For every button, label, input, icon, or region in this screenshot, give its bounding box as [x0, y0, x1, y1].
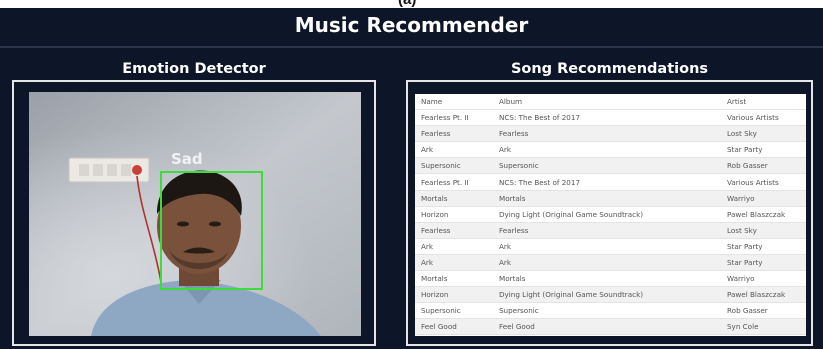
- song-album-cell: Fearless: [493, 125, 721, 143]
- songs-panel-title: Song Recommendations: [510, 61, 709, 77]
- song-album-cell: NCS: The Best of 2017: [493, 109, 721, 127]
- table-row[interactable]: Fearless Fearless Lost Sky: [415, 222, 806, 239]
- table-row[interactable]: Fearless Fearless Lost Sky: [415, 125, 806, 143]
- table-row[interactable]: Mortals Mortals Warriyo: [415, 190, 806, 207]
- song-artist-cell: Various Artists: [721, 173, 806, 191]
- camera-image: [29, 92, 361, 336]
- song-album-cell: NCS: The Best of 2017: [493, 173, 721, 191]
- song-album-cell: Mortals: [493, 270, 721, 288]
- song-album-cell: Ark: [493, 238, 721, 255]
- song-artist-cell: Rob Gasser: [721, 302, 806, 320]
- song-artist-cell: Lost Sky: [721, 125, 806, 143]
- song-artist-cell: Rob Gasser: [721, 157, 806, 175]
- song-album-cell: Mortals: [493, 190, 721, 207]
- emotion-label: Sad: [171, 150, 203, 168]
- app-title: Music Recommender: [294, 13, 529, 37]
- table-header-row: Name Album Artist: [415, 94, 806, 111]
- song-name-cell: Mortals: [415, 190, 493, 207]
- song-artist-cell: Star Party: [721, 254, 806, 272]
- song-name-cell: Fearless Pt. II: [415, 173, 493, 191]
- column-header-artist[interactable]: Artist: [721, 94, 806, 111]
- app-window: Music Recommender Emotion Detector Sad S…: [0, 8, 823, 349]
- song-artist-cell: Various Artists: [721, 109, 806, 127]
- column-header-name[interactable]: Name: [415, 94, 493, 111]
- table-row[interactable]: Supersonic Supersonic Rob Gasser: [415, 302, 806, 320]
- song-name-cell: Mortals: [415, 270, 493, 288]
- song-name-cell: Fearless: [415, 125, 493, 143]
- songs-table-container[interactable]: Name Album Artist Fearless Pt. II NCS: Th…: [415, 94, 806, 336]
- song-name-cell: Supersonic: [415, 157, 493, 175]
- song-name-cell: Ark: [415, 254, 493, 272]
- song-name-cell: Supersonic: [415, 302, 493, 320]
- song-name-cell: Ark: [415, 238, 493, 255]
- table-row[interactable]: Horizon Dying Light (Original Game Soundt…: [415, 206, 806, 223]
- song-name-cell: Ark: [415, 141, 493, 159]
- songs-table: Name Album Artist Fearless Pt. II NCS: Th…: [415, 94, 806, 336]
- title-divider: [0, 46, 823, 48]
- song-name-cell: Horizon: [415, 286, 493, 304]
- song-name-cell: Horizon: [415, 206, 493, 223]
- song-name-cell: Fearless: [415, 222, 493, 239]
- song-name-cell: Feel Good: [415, 318, 493, 336]
- song-album-cell: Dying Light (Original Game Soundtrack): [493, 206, 721, 223]
- song-artist-cell: Various Artists: [721, 334, 806, 336]
- table-row[interactable]: Feel Good Feel Good Syn Cole: [415, 318, 806, 336]
- song-artist-cell: Pawel Blaszczak: [721, 286, 806, 304]
- table-row[interactable]: Fearless Pt. IINCS: The Best of 2017Vari…: [415, 109, 806, 127]
- table-row[interactable]: Supersonic Supersonic Rob Gasser: [415, 157, 806, 175]
- song-name-cell: Fearless Pt. II: [415, 334, 493, 336]
- song-album-cell: Dying Light (Original Game Soundtrack): [493, 286, 721, 304]
- figure-caption: (a): [0, 0, 823, 8]
- song-artist-cell: Warriyo: [721, 190, 806, 207]
- column-header-album[interactable]: Album: [493, 94, 721, 111]
- table-row[interactable]: Fearless Pt. IINCS: The Best of 2017Vari…: [415, 334, 806, 336]
- song-album-cell: Supersonic: [493, 157, 721, 175]
- song-artist-cell: Pawel Blaszczak: [721, 206, 806, 223]
- song-artist-cell: Lost Sky: [721, 222, 806, 239]
- table-row[interactable]: Ark Ark Star Party: [415, 254, 806, 272]
- emotion-panel-title: Emotion Detector: [122, 61, 266, 77]
- table-row[interactable]: Ark Ark Star Party: [415, 141, 806, 159]
- song-artist-cell: Warriyo: [721, 270, 806, 288]
- table-row[interactable]: Ark Ark Star Party: [415, 238, 806, 255]
- song-album-cell: NCS: The Best of 2017: [493, 334, 721, 336]
- song-album-cell: Ark: [493, 141, 721, 159]
- song-album-cell: Feel Good: [493, 318, 721, 336]
- camera-feed: Sad: [29, 92, 361, 336]
- table-row[interactable]: Fearless Pt. IINCS: The Best of 2017Vari…: [415, 173, 806, 191]
- table-row[interactable]: Mortals Mortals Warriyo: [415, 270, 806, 288]
- table-row[interactable]: Horizon Dying Light (Original Game Soundt…: [415, 286, 806, 304]
- song-artist-cell: Star Party: [721, 141, 806, 159]
- song-album-cell: Supersonic: [493, 302, 721, 320]
- figure-label: (a): [398, 0, 416, 8]
- song-album-cell: Ark: [493, 254, 721, 272]
- song-artist-cell: Star Party: [721, 238, 806, 255]
- song-name-cell: Fearless Pt. II: [415, 109, 493, 127]
- song-artist-cell: Syn Cole: [721, 318, 806, 336]
- song-album-cell: Fearless: [493, 222, 721, 239]
